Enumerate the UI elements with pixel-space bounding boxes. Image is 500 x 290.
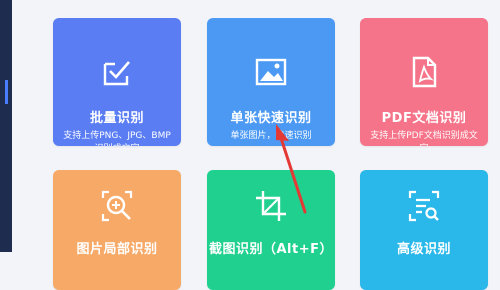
card-description: 支持上传PDF文档识别成文字	[370, 131, 478, 146]
card-title: 截图识别（Alt+F）	[208, 242, 333, 257]
single-quick-recognition-card[interactable]: 单张快速识别 单张图片，快速识别	[207, 18, 335, 146]
partial-image-recognition-card[interactable]: 图片局部识别	[53, 170, 181, 290]
screenshot-recognition-card[interactable]: 截图识别（Alt+F）	[207, 170, 335, 290]
zoom-plus-icon	[101, 190, 133, 222]
card-description: 支持上传PNG、JPG、BMP识别成文字	[63, 131, 171, 146]
card-title: 批量识别	[89, 111, 144, 126]
check-square-icon	[103, 61, 130, 86]
card-title: 高级识别	[396, 242, 451, 257]
card-title: 单张快速识别	[230, 111, 312, 126]
image-icon	[255, 58, 287, 86]
card-title: 图片局部识别	[76, 242, 158, 257]
scan-document-icon	[408, 190, 440, 222]
left-sidebar	[0, 0, 12, 252]
pdf-recognition-card[interactable]: PDF文档识别 支持上传PDF文档识别成文字	[360, 18, 488, 146]
pdf-file-icon	[412, 56, 437, 88]
card-title: PDF文档识别	[381, 111, 467, 126]
batch-recognition-card[interactable]: 批量识别 支持上传PNG、JPG、BMP识别成文字	[53, 18, 181, 146]
card-description: 单张图片，快速识别	[230, 131, 312, 141]
advanced-recognition-card[interactable]: 高级识别	[360, 170, 488, 290]
crop-icon	[256, 191, 286, 221]
sidebar-active-indicator	[5, 80, 8, 104]
